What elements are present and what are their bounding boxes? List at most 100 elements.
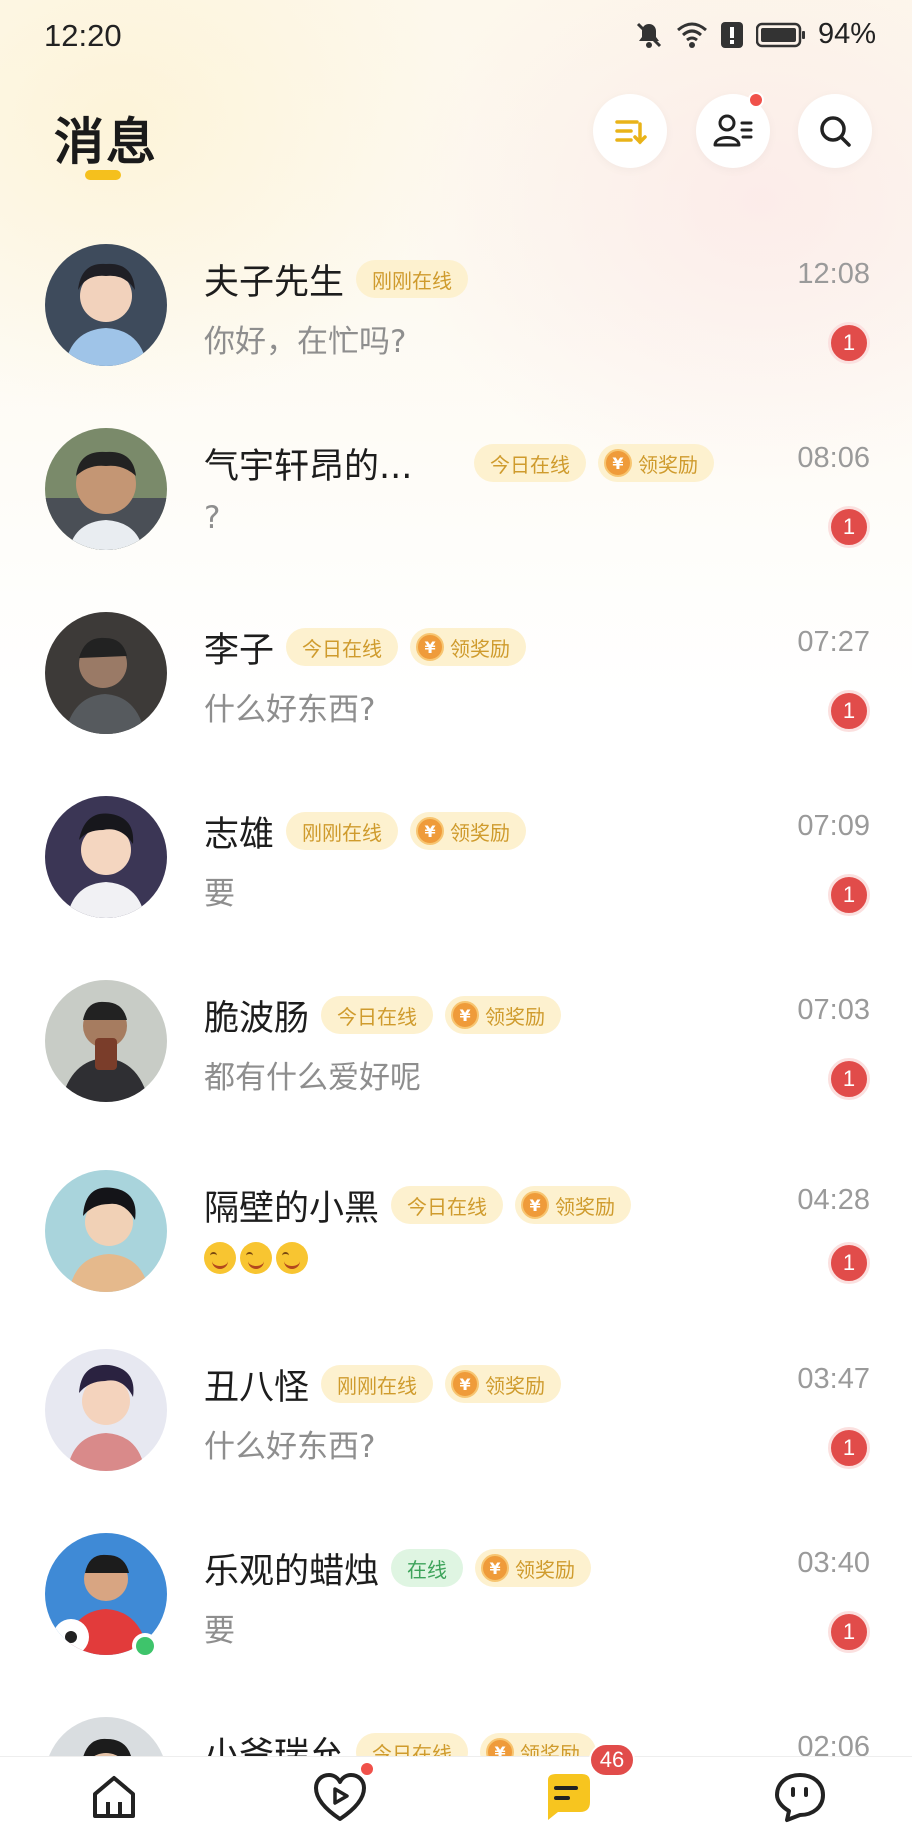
unread-badge: 1	[828, 690, 870, 732]
profile-icon	[775, 1773, 825, 1822]
reward-tag[interactable]: ¥ 领奖励	[480, 1733, 597, 1757]
sort-button[interactable]	[593, 94, 667, 168]
mute-icon	[636, 22, 662, 48]
reward-label: 领奖励	[515, 1557, 576, 1582]
message-time: 07:03	[797, 994, 870, 1026]
list-item[interactable]: 小爷瑞允 今日在线 ¥ 领奖励 02:06	[0, 1709, 912, 1756]
online-status-tag: 刚刚在线	[356, 260, 469, 298]
avatar	[45, 1349, 167, 1471]
reward-tag[interactable]: ¥ 领奖励	[515, 1186, 632, 1224]
reward-tag[interactable]: ¥ 领奖励	[475, 1549, 592, 1587]
avatar	[45, 1170, 167, 1292]
smile-emoji-icon	[240, 1242, 272, 1274]
home-icon	[93, 1776, 135, 1818]
contact-name: 丑八怪	[204, 1367, 310, 1408]
online-status-tag: 今日在线	[474, 444, 586, 482]
reward-tag[interactable]: ¥ 领奖励	[445, 1365, 562, 1403]
contact-name: 夫子先生	[204, 262, 345, 303]
message-preview: ?	[204, 500, 221, 536]
message-preview: 都有什么爱好呢	[204, 1060, 421, 1096]
contact-name: 志雄	[204, 814, 275, 855]
contacts-icon	[713, 114, 753, 147]
sort-icon	[615, 120, 647, 145]
avatar	[45, 1717, 167, 1756]
alert-icon	[720, 21, 743, 48]
list-item[interactable]: 乐观的蜡烛 在线 ¥ 领奖励 要 03:40 1	[0, 1525, 912, 1709]
nav-messages[interactable]	[533, 1767, 603, 1827]
unread-badge: 1	[828, 322, 870, 364]
contacts-button[interactable]	[696, 92, 770, 168]
coin-icon: ¥	[451, 1001, 480, 1029]
heart-play-icon	[314, 1773, 366, 1821]
message-preview: 要	[204, 1613, 235, 1649]
bottom-nav: 46	[0, 1743, 912, 1833]
unread-badge: 1	[828, 1058, 870, 1100]
list-item[interactable]: 夫子先生 刚刚在线 你好，在忙吗? 12:08 1	[0, 236, 912, 420]
message-icon	[548, 1774, 590, 1820]
message-preview: 你好，在忙吗?	[204, 324, 407, 360]
coin-icon: ¥	[604, 449, 632, 477]
search-button[interactable]	[798, 94, 872, 168]
like-notification-dot	[359, 1761, 375, 1777]
message-time: 07:27	[797, 626, 870, 658]
message-time: 03:40	[797, 1547, 870, 1579]
online-indicator	[132, 1633, 158, 1659]
avatar	[45, 428, 167, 550]
avatar	[45, 612, 167, 734]
reward-tag[interactable]: ¥ 领奖励	[410, 628, 527, 666]
search-icon	[820, 116, 851, 147]
list-item[interactable]: 李子 今日在线 ¥ 领奖励 什么好东西? 07:27 1	[0, 604, 912, 788]
message-time: 08:06	[797, 442, 870, 474]
smile-emoji-icon	[276, 1242, 308, 1274]
list-item[interactable]: 脆波肠 今日在线 ¥ 领奖励 都有什么爱好呢 07:03 1	[0, 972, 912, 1156]
list-item[interactable]: 丑八怪 刚刚在线 ¥ 领奖励 什么好东西? 03:47 1	[0, 1341, 912, 1525]
contacts-notification-dot	[748, 92, 764, 108]
online-status-tag: 今日在线	[356, 1733, 469, 1756]
message-preview: 什么好东西?	[204, 692, 376, 728]
contact-name: 乐观的蜡烛	[204, 1551, 380, 1592]
header: 消息	[0, 90, 912, 190]
reward-label: 领奖励	[450, 636, 511, 661]
coin-icon: ¥	[451, 1370, 480, 1398]
unread-badge: 1	[828, 506, 870, 548]
coin-icon: ¥	[486, 1738, 515, 1756]
contact-name: 脆波肠	[204, 998, 310, 1039]
status-time: 12:20	[44, 18, 122, 53]
message-time: 12:08	[797, 258, 870, 290]
list-item[interactable]: 隔壁的小黑 今日在线 ¥ 领奖励 04:28 1	[0, 1162, 912, 1346]
messages-unread-badge: 46	[589, 1743, 635, 1777]
message-time: 03:47	[797, 1363, 870, 1395]
list-item[interactable]: 志雄 刚刚在线 ¥ 领奖励 要 07:09 1	[0, 788, 912, 972]
reward-label: 领奖励	[450, 820, 511, 845]
nav-home[interactable]	[79, 1767, 149, 1827]
smile-emoji-icon	[204, 1242, 236, 1274]
reward-label: 领奖励	[638, 452, 698, 477]
message-time: 02:06	[797, 1731, 870, 1756]
unread-badge: 1	[828, 1427, 870, 1469]
contact-name: 小爷瑞允	[204, 1735, 345, 1757]
coin-icon: ¥	[416, 817, 445, 845]
battery-icon	[755, 22, 805, 47]
message-preview: 什么好东西?	[204, 1429, 376, 1465]
reward-tag[interactable]: ¥ 领奖励	[410, 812, 527, 850]
nav-profile[interactable]	[765, 1767, 835, 1827]
reward-tag[interactable]: ¥ 领奖励	[598, 444, 714, 482]
online-status-tag: 在线	[391, 1549, 464, 1587]
message-list: 夫子先生 刚刚在线 你好，在忙吗? 12:08 1 气宇轩昂的... 今日在线 …	[0, 236, 912, 1756]
coin-icon: ¥	[416, 633, 445, 661]
reward-label: 领奖励	[520, 1741, 581, 1757]
reward-tag[interactable]: ¥ 领奖励	[445, 996, 562, 1034]
coin-icon: ¥	[521, 1191, 550, 1219]
status-icons: 94%	[634, 18, 876, 51]
message-time: 04:28	[797, 1184, 870, 1216]
reward-label: 领奖励	[485, 1373, 546, 1398]
contact-name: 李子	[204, 630, 275, 671]
online-status-tag: 今日在线	[321, 996, 434, 1034]
unread-badge: 1	[828, 1611, 870, 1653]
coin-icon: ¥	[481, 1554, 510, 1582]
status-bar: 12:20 94%	[0, 0, 912, 72]
message-time: 07:09	[797, 810, 870, 842]
nav-like[interactable]	[305, 1761, 375, 1827]
list-item[interactable]: 气宇轩昂的... 今日在线 ¥ 领奖励 ? 08:06 1	[0, 420, 912, 604]
online-status-tag: 今日在线	[286, 628, 399, 666]
